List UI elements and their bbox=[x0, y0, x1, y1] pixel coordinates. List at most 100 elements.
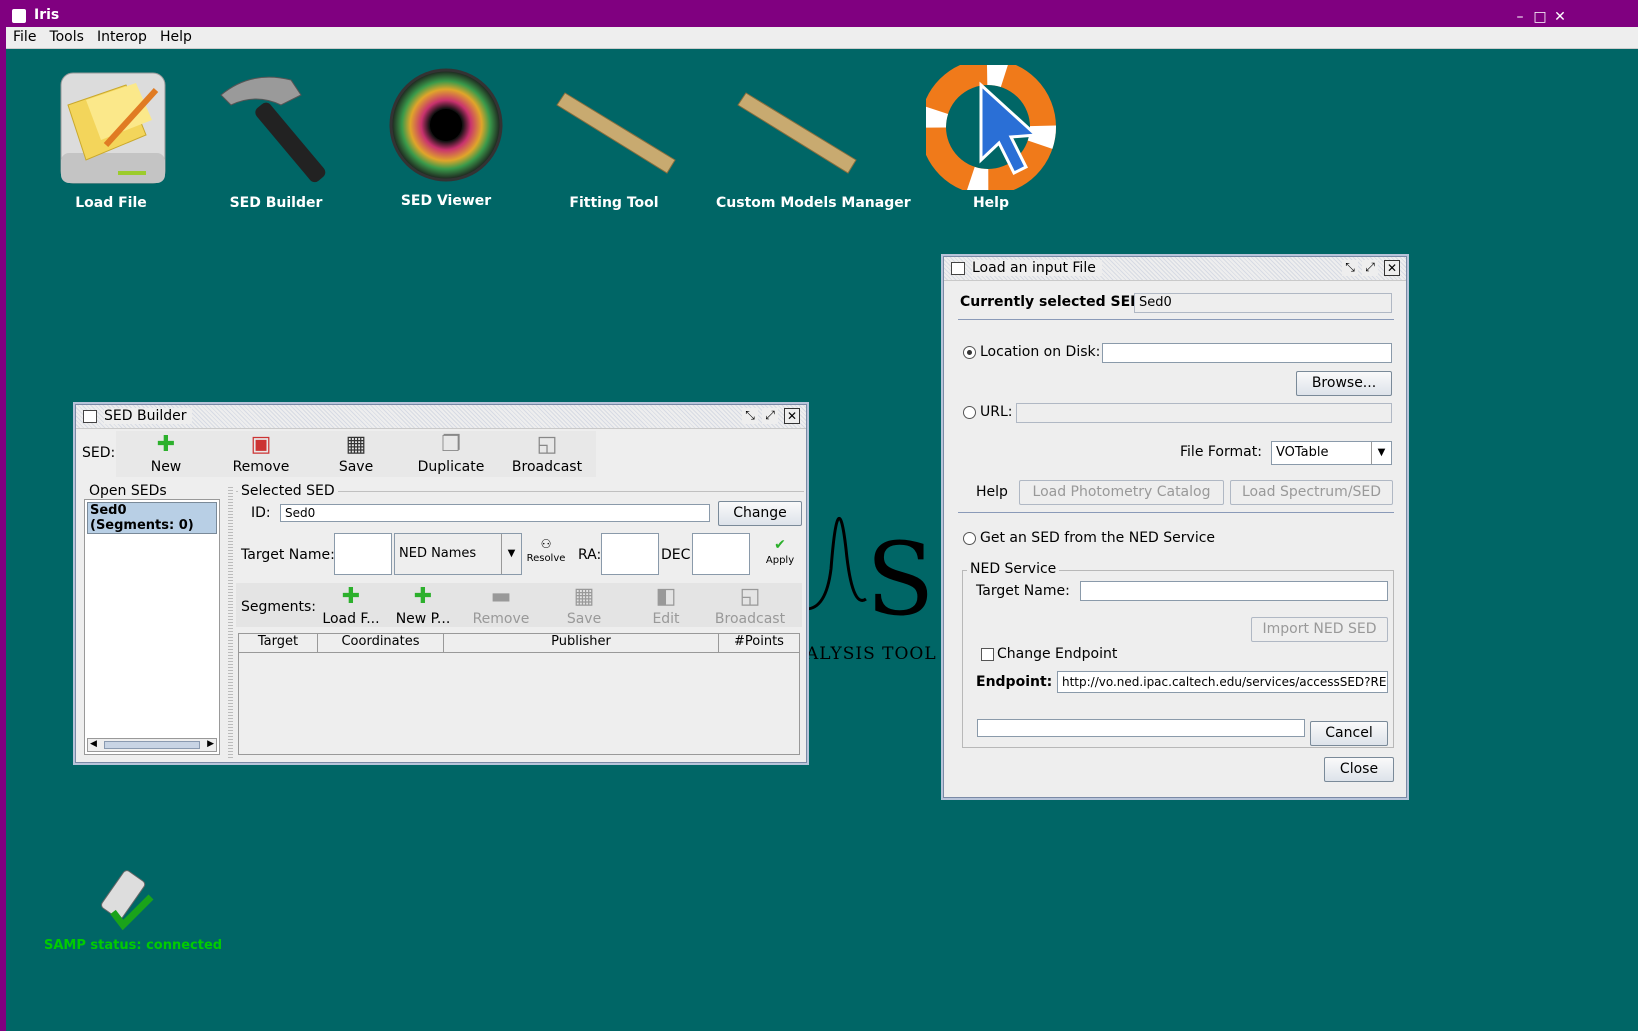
maximize-icon[interactable]: □ bbox=[1532, 9, 1548, 25]
plus-icon: ✚ bbox=[341, 584, 361, 609]
load-file-frame: Load an input File ⤡ ⤢ ✕ Currently selec… bbox=[943, 256, 1407, 798]
file-format-label: File Format: bbox=[1180, 444, 1262, 460]
sed-label: SED: bbox=[82, 445, 116, 461]
edit-segment-label: Edit bbox=[652, 611, 680, 627]
load-photometry-button[interactable]: Load Photometry Catalog bbox=[1019, 480, 1224, 505]
broadcast-sed-button[interactable]: ◱ Broadcast bbox=[506, 433, 588, 476]
change-endpoint-checkbox[interactable] bbox=[981, 648, 994, 661]
open-seds-list[interactable]: Sed0 (Segments: 0) ◀ ▶ bbox=[84, 499, 220, 755]
remove-sed-button[interactable]: ▣ Remove bbox=[226, 433, 296, 476]
horizontal-scrollbar[interactable]: ◀ ▶ bbox=[87, 738, 217, 752]
ra-field[interactable] bbox=[601, 533, 659, 575]
column-header-coordinates[interactable]: Coordinates bbox=[318, 634, 444, 653]
chevron-down-icon[interactable]: ▼ bbox=[501, 534, 521, 574]
desktop-icon-fitting-tool[interactable]: Fitting Tool bbox=[549, 65, 679, 225]
menu-help[interactable]: Help bbox=[153, 27, 198, 45]
dec-field[interactable] bbox=[692, 533, 750, 575]
column-header-points[interactable]: #Points bbox=[719, 634, 799, 653]
column-header-target[interactable]: Target bbox=[239, 634, 318, 653]
load-segment-button[interactable]: ✚ Load F... bbox=[316, 584, 386, 628]
location-field[interactable] bbox=[1102, 343, 1392, 363]
new-point-button[interactable]: ✚ New P... bbox=[388, 584, 458, 628]
save-segment-label: Save bbox=[566, 611, 602, 627]
desktop-icon-sed-builder[interactable]: SED Builder bbox=[211, 65, 341, 225]
change-button[interactable]: Change bbox=[718, 501, 802, 526]
split-pane-divider[interactable] bbox=[228, 485, 233, 759]
resolver-value: NED Names bbox=[399, 546, 477, 561]
remove-segment-button[interactable]: ▬ Remove bbox=[466, 584, 536, 628]
save-sed-button[interactable]: ▦ Save bbox=[326, 432, 386, 476]
scroll-left-icon[interactable]: ◀ bbox=[90, 739, 97, 749]
scroll-right-icon[interactable]: ▶ bbox=[207, 739, 214, 749]
ned-target-field[interactable] bbox=[1080, 581, 1388, 601]
desktop-icon-load-file[interactable]: Load File bbox=[46, 65, 176, 225]
minus-icon: ▬ bbox=[490, 584, 512, 609]
segments-table[interactable]: Target Coordinates Publisher #Points bbox=[238, 633, 800, 755]
load-spectrum-button[interactable]: Load Spectrum/SED bbox=[1230, 480, 1393, 505]
floppy-icon: ▦ bbox=[573, 584, 595, 609]
sed-builder-titlebar[interactable]: SED Builder ⤡ ⤢ ✕ bbox=[76, 405, 806, 429]
resolve-button[interactable]: ⚇ Resolve bbox=[524, 537, 568, 564]
change-endpoint-label: Change Endpoint bbox=[997, 646, 1118, 662]
iconify-icon[interactable]: ⤡ bbox=[1342, 260, 1358, 276]
browse-button[interactable]: Browse... bbox=[1296, 371, 1392, 396]
desktop-label-help: Help bbox=[972, 195, 1010, 211]
sed-id-field[interactable]: Sed0 bbox=[280, 504, 710, 522]
menu-interop[interactable]: Interop bbox=[90, 27, 153, 45]
maximize-icon[interactable]: ⤢ bbox=[762, 408, 778, 424]
desktop-label-custom-models: Custom Models Manager bbox=[716, 195, 911, 211]
window-titlebar: Iris – □ ✕ bbox=[6, 5, 1638, 27]
menu-tools[interactable]: Tools bbox=[42, 27, 90, 45]
resolve-label: Resolve bbox=[526, 553, 566, 564]
desktop-label-sed-builder: SED Builder bbox=[229, 195, 323, 211]
apply-button[interactable]: ✔ Apply bbox=[760, 537, 800, 566]
minimize-icon[interactable]: – bbox=[1512, 9, 1528, 25]
desktop-icon-custom-models[interactable]: Custom Models Manager bbox=[716, 65, 911, 225]
floppy-icon: ▦ bbox=[345, 432, 367, 457]
url-radio[interactable] bbox=[963, 406, 976, 419]
save-segment-button[interactable]: ▦ Save bbox=[554, 584, 614, 628]
chevron-down-icon[interactable]: ▼ bbox=[1371, 442, 1391, 464]
desktop-icon-help[interactable]: Help bbox=[920, 59, 1056, 225]
selected-sed-label: Selected SED bbox=[238, 483, 338, 499]
load-file-titlebar[interactable]: Load an input File ⤡ ⤢ ✕ bbox=[944, 257, 1406, 281]
location-radio[interactable] bbox=[963, 346, 976, 359]
desktop-icon-sed-viewer[interactable]: SED Viewer bbox=[381, 65, 511, 225]
broadcast-icon: ◱ bbox=[739, 584, 761, 609]
menu-file[interactable]: File bbox=[6, 27, 42, 45]
ned-radio[interactable] bbox=[963, 532, 976, 545]
cancel-button[interactable]: Cancel bbox=[1310, 721, 1388, 746]
target-name-field[interactable] bbox=[334, 533, 392, 575]
close-icon[interactable]: ✕ bbox=[1552, 9, 1568, 25]
plus-icon: ✚ bbox=[413, 584, 433, 609]
iconify-icon[interactable]: ⤡ bbox=[742, 408, 758, 424]
broadcast-segment-label: Broadcast bbox=[714, 611, 786, 627]
iris-window: Iris – □ ✕ File Tools Interop Help Load Fil… bbox=[0, 0, 1638, 1031]
resolver-select[interactable]: NED Names ▼ bbox=[394, 533, 522, 575]
maximize-icon[interactable]: ⤢ bbox=[1362, 260, 1378, 276]
duplicate-sed-button[interactable]: ❐ Duplicate bbox=[411, 433, 491, 476]
list-item[interactable]: Sed0 (Segments: 0) bbox=[87, 502, 217, 534]
import-ned-button[interactable]: Import NED SED bbox=[1251, 617, 1388, 642]
close-icon[interactable]: ✕ bbox=[784, 408, 800, 424]
duplicate-label: Duplicate bbox=[417, 459, 485, 475]
new-label: New bbox=[150, 459, 182, 475]
close-button[interactable]: Close bbox=[1324, 757, 1394, 782]
samp-status: SAMP status: connected bbox=[44, 938, 223, 953]
close-icon[interactable]: ✕ bbox=[1384, 260, 1400, 276]
help-label[interactable]: Help bbox=[976, 484, 1008, 500]
edit-segment-button[interactable]: ◧ Edit bbox=[636, 585, 696, 628]
sed-builder-frame: SED Builder ⤡ ⤢ ✕ SED: ✚ New ▣ Remove ▦ … bbox=[75, 404, 807, 763]
id-label: ID: bbox=[251, 505, 271, 521]
file-format-select[interactable]: VOTable ▼ bbox=[1271, 441, 1392, 465]
scroll-thumb[interactable] bbox=[104, 741, 200, 749]
column-header-publisher[interactable]: Publisher bbox=[444, 634, 719, 653]
desktop-label-load-file: Load File bbox=[75, 195, 147, 211]
ra-label: RA: bbox=[578, 547, 602, 563]
new-sed-button[interactable]: ✚ New bbox=[136, 433, 196, 476]
endpoint-field[interactable]: http://vo.ned.ipac.caltech.edu/services/… bbox=[1057, 671, 1388, 693]
window-title: Iris bbox=[34, 7, 60, 23]
dec-label: DEC: bbox=[661, 547, 696, 563]
broadcast-segment-button[interactable]: ◱ Broadcast bbox=[706, 584, 794, 628]
progress-bar bbox=[977, 719, 1305, 737]
